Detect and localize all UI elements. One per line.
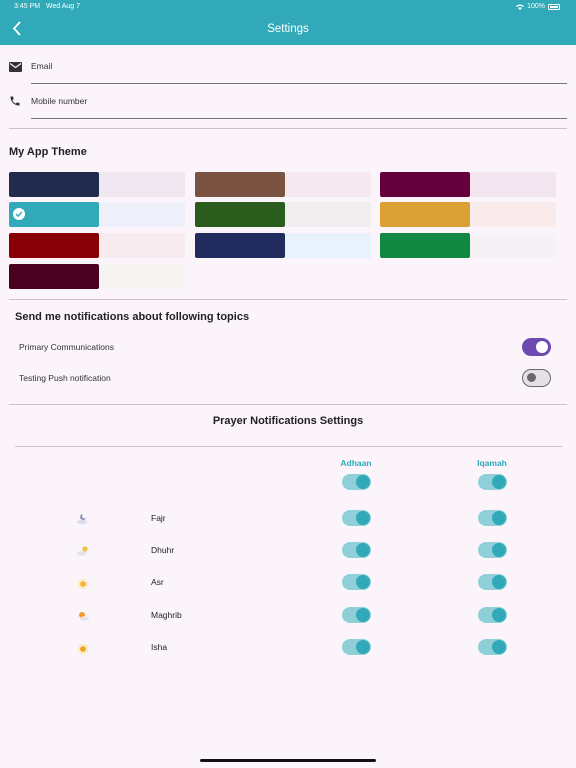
maghrib-iqamah-toggle[interactable] (478, 607, 507, 623)
divider (9, 299, 567, 300)
prayer-name-dhuhr: Dhuhr (151, 545, 175, 555)
theme-swatch-secondary (470, 172, 556, 197)
status-bar: 3:45 PM Wed Aug 7 100% (0, 0, 576, 14)
prayer-section-title: Prayer Notifications Settings (212, 415, 364, 427)
theme-swatch-primary (195, 172, 285, 197)
toggle-knob (356, 640, 370, 654)
divider (9, 128, 567, 129)
topic-label-testing-push: Testing Push notification (19, 373, 111, 383)
theme-section-title: My App Theme (9, 146, 87, 158)
fajr-iqamah-toggle[interactable] (478, 510, 507, 526)
theme-swatch-secondary (285, 233, 371, 258)
sun-cloud-icon (76, 544, 90, 556)
page-title: Settings (267, 23, 309, 35)
status-time: 3:45 PM Wed Aug 7 (14, 3, 81, 10)
sun-small-icon (76, 642, 90, 654)
theme-swatch[interactable] (9, 264, 189, 289)
theme-swatch-secondary (99, 264, 185, 289)
theme-swatch-primary (9, 172, 99, 197)
battery-percent: 100% (527, 3, 545, 10)
mail-icon (9, 59, 23, 72)
theme-swatch[interactable] (195, 233, 375, 258)
theme-swatch[interactable] (9, 202, 189, 227)
notifications-section-title: Send me notifications about following to… (15, 311, 250, 323)
isha-iqamah-toggle[interactable] (478, 639, 507, 655)
mobile-number-underline (31, 118, 567, 119)
theme-swatch[interactable] (9, 172, 189, 197)
asr-iqamah-toggle[interactable] (478, 574, 507, 590)
all-iqamah-toggle[interactable] (478, 474, 507, 490)
divider (9, 404, 567, 405)
theme-swatch[interactable] (195, 202, 375, 227)
mobile-number-field[interactable]: Mobile number (9, 83, 567, 119)
theme-swatch-primary (380, 202, 470, 227)
battery-icon (548, 3, 560, 10)
maghrib-adhaan-toggle[interactable] (342, 607, 371, 623)
wifi-icon (516, 4, 525, 10)
email-label: Email (31, 61, 53, 71)
status-right: 100% (516, 3, 560, 10)
toggle-knob (356, 475, 370, 489)
prayer-name-maghrib: Maghrib (151, 610, 182, 620)
fajr-adhaan-toggle[interactable] (342, 510, 371, 526)
divider (15, 446, 562, 447)
mobile-number-label: Mobile number (31, 96, 88, 106)
prayer-name-isha: Isha (151, 642, 168, 652)
toggle-knob (492, 543, 506, 557)
isha-adhaan-toggle[interactable] (342, 639, 371, 655)
theme-swatch-primary (9, 264, 99, 289)
toggle-knob (492, 475, 506, 489)
theme-swatch-secondary (99, 202, 185, 227)
theme-swatch-secondary (285, 172, 371, 197)
theme-swatch-primary (195, 202, 285, 227)
toggle-knob (492, 511, 506, 525)
theme-swatch[interactable] (195, 172, 375, 197)
moon-cloud-icon (76, 512, 90, 525)
adhaan-column-header: Adhaan (340, 458, 372, 468)
theme-swatch-primary (380, 233, 470, 258)
dhuhr-iqamah-toggle[interactable] (478, 542, 507, 558)
prayer-name-asr: Asr (151, 577, 164, 587)
toggle-knob (536, 341, 548, 353)
toggle-knob (492, 575, 506, 589)
home-indicator (200, 759, 376, 762)
theme-swatch[interactable] (9, 233, 189, 258)
check-icon (13, 208, 25, 220)
toggle-knob (356, 608, 370, 622)
theme-swatch-primary (9, 202, 99, 227)
primary-communications-toggle[interactable] (522, 338, 551, 356)
theme-swatch[interactable] (380, 233, 560, 258)
toggle-knob (492, 640, 506, 654)
iqamah-column-header: Iqamah (477, 458, 507, 468)
testing-push-toggle[interactable] (522, 369, 551, 387)
prayer-name-fajr: Fajr (151, 513, 166, 523)
email-field[interactable]: Email (9, 48, 567, 84)
theme-swatch-primary (195, 233, 285, 258)
theme-swatch-secondary (99, 172, 185, 197)
toggle-knob (356, 511, 370, 525)
theme-swatch-secondary (285, 202, 371, 227)
asr-adhaan-toggle[interactable] (342, 574, 371, 590)
theme-swatch-secondary (470, 233, 556, 258)
sun-icon (76, 577, 90, 589)
all-adhaan-toggle[interactable] (342, 474, 371, 490)
theme-swatch-primary (9, 233, 99, 258)
theme-swatch[interactable] (380, 172, 560, 197)
theme-swatch-secondary (470, 202, 556, 227)
topic-label-primary-communications: Primary Communications (19, 342, 114, 352)
toggle-knob (356, 543, 370, 557)
phone-icon (9, 94, 23, 106)
app-bar: Settings (0, 14, 576, 45)
theme-swatch-primary (380, 172, 470, 197)
toggle-knob (527, 373, 536, 382)
theme-swatch-secondary (99, 233, 185, 258)
theme-swatch[interactable] (380, 202, 560, 227)
toggle-knob (492, 608, 506, 622)
toggle-knob (356, 575, 370, 589)
sunset-cloud-icon (76, 609, 90, 621)
dhuhr-adhaan-toggle[interactable] (342, 542, 371, 558)
